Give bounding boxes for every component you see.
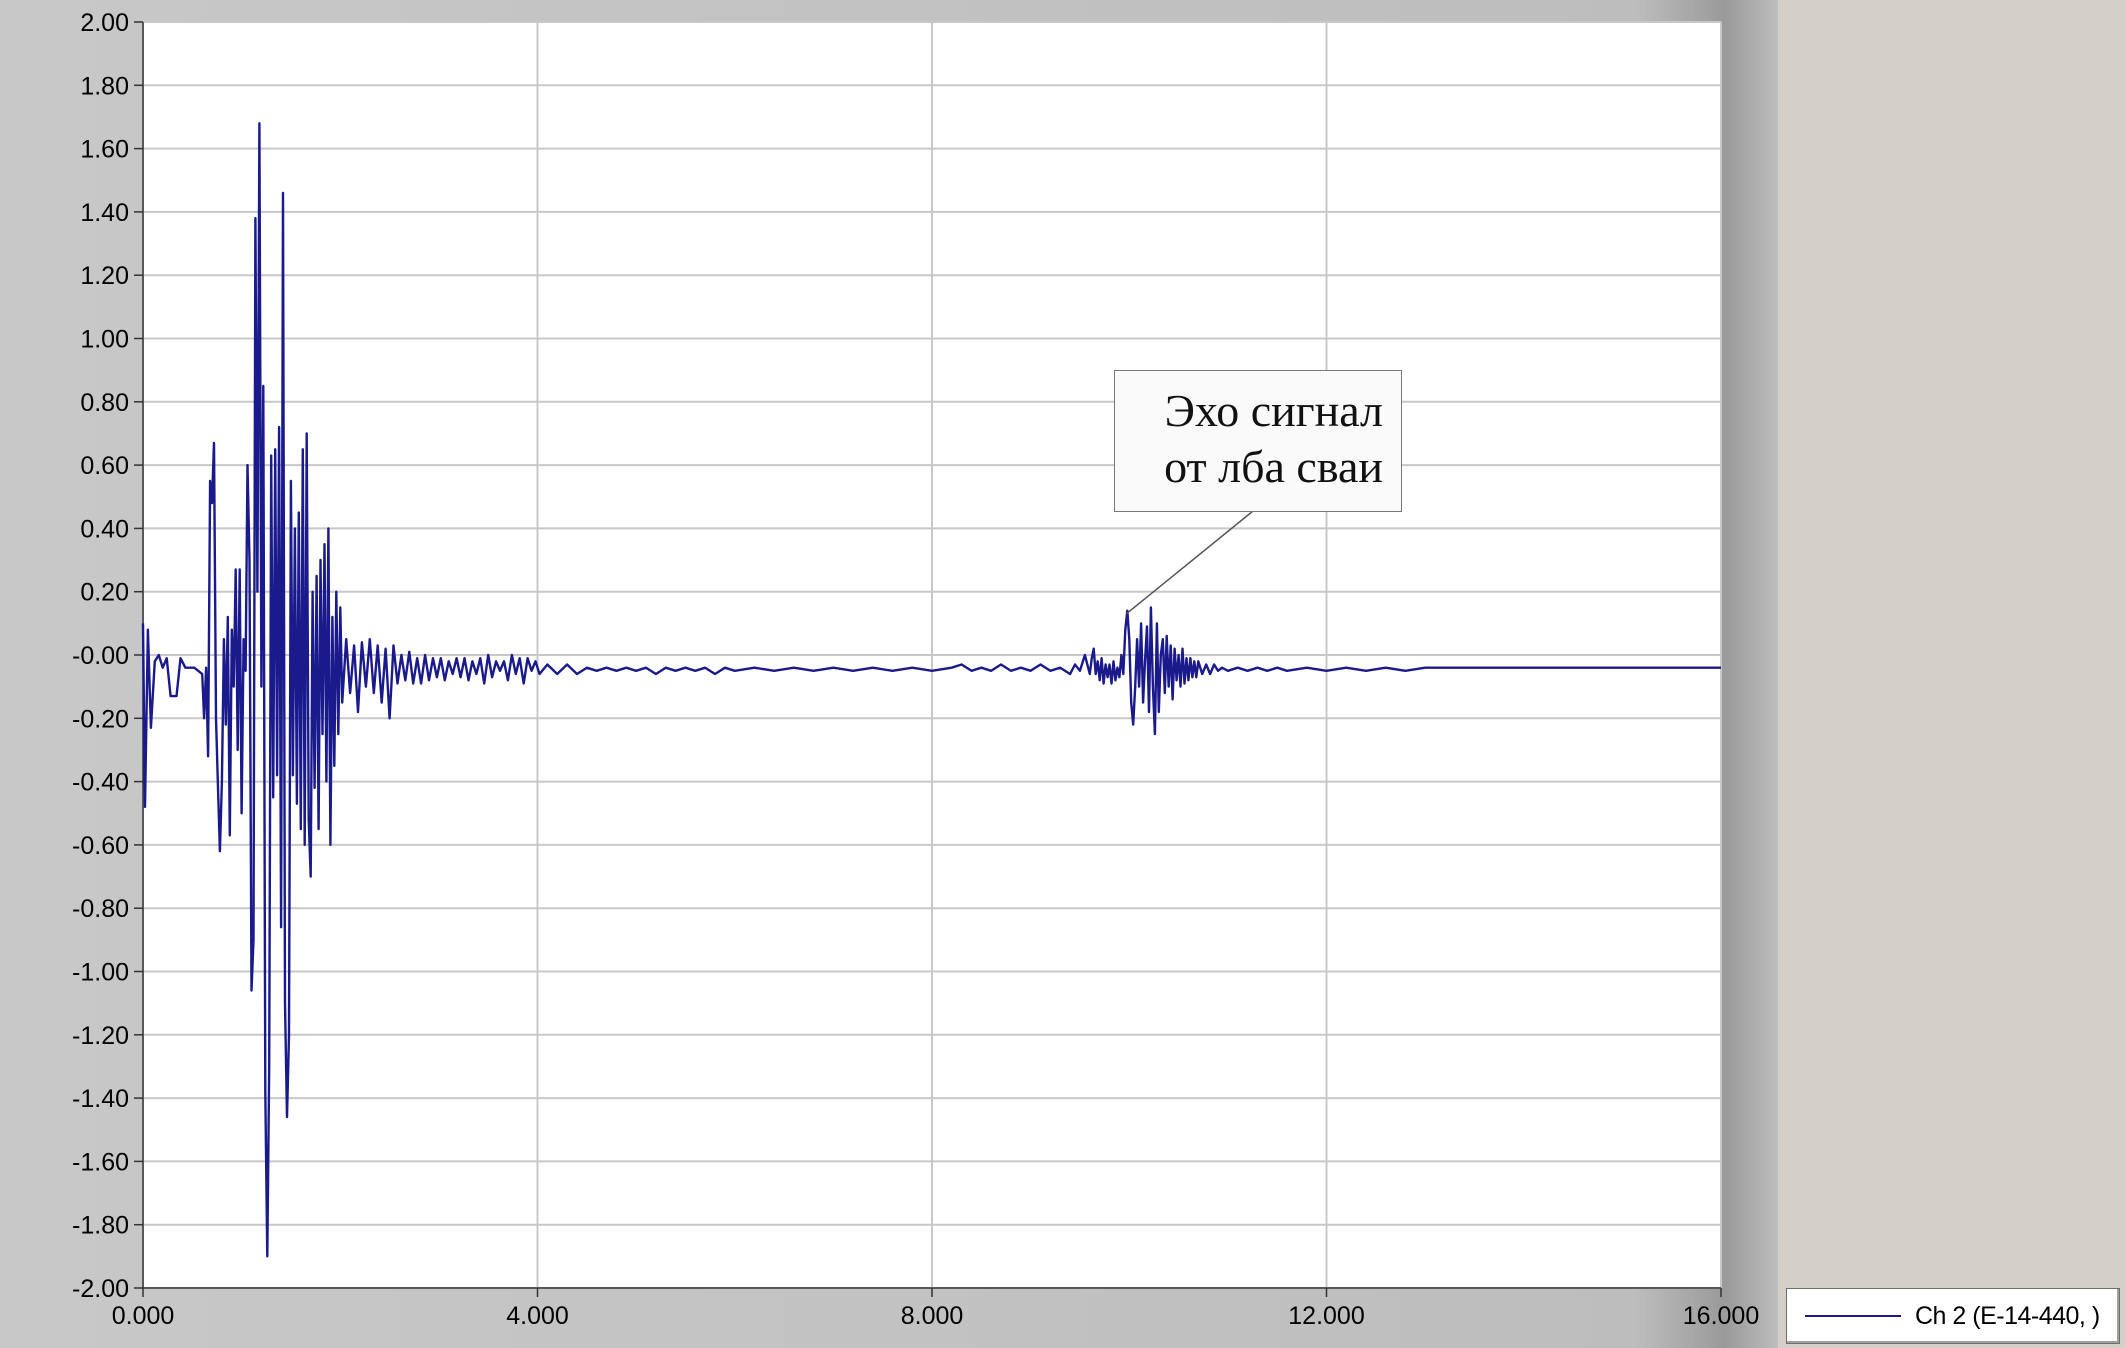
y-tick-label: 0.20 [80, 579, 129, 607]
y-tick-label: 0.40 [80, 515, 129, 543]
x-tick-label: 8.000 [901, 1302, 964, 1330]
y-tick-label: -1.20 [72, 1022, 129, 1050]
annotation-line-1: Эхо сигнал [1164, 385, 1383, 436]
x-tick-label: 4.000 [506, 1302, 569, 1330]
y-tick-label: -2.00 [72, 1275, 129, 1303]
y-tick-label: 1.00 [80, 326, 129, 354]
y-tick-label: -1.40 [72, 1085, 129, 1113]
y-tick-label: -0.40 [72, 769, 129, 797]
y-tick-label: -0.60 [72, 832, 129, 860]
grid-lines [142, 21, 1722, 1289]
annotation-line-2: от лба сваи [1164, 441, 1383, 492]
plot-legend[interactable]: Ch 2 (E-14-440, ) [1786, 1288, 2120, 1344]
y-tick-label: -0.80 [72, 895, 129, 923]
annotation-box: Эхо сигнал от лба сваи [1114, 370, 1402, 512]
y-tick-label: 2.00 [80, 9, 129, 37]
y-tick-label: -1.00 [72, 959, 129, 987]
x-tick-label: 12.000 [1288, 1302, 1364, 1330]
legend-series-label: Ch 2 (E-14-440, ) [1915, 1301, 2100, 1330]
right-side-panel [1778, 0, 2125, 1348]
y-tick-label: 1.40 [80, 199, 129, 227]
x-tick-label: 16.000 [1683, 1302, 1759, 1330]
y-tick-label: 0.60 [80, 452, 129, 480]
y-tick-label: -1.80 [72, 1212, 129, 1240]
y-tick-label: 1.20 [80, 262, 129, 290]
y-tick-label: -1.60 [72, 1148, 129, 1176]
y-tick-label: 0.80 [80, 389, 129, 417]
legend-swatch-line [1805, 1315, 1901, 1317]
y-tick-label: 1.60 [80, 136, 129, 164]
x-tick-label: 0.000 [112, 1302, 175, 1330]
y-tick-label: 1.80 [80, 72, 129, 100]
waveform-chart: 2.00 1.80 1.60 1.40 1.20 1.00 0.80 0.60 0.40 0.20… [72, 9, 1759, 1330]
graph-panel: 2.00 1.80 1.60 1.40 1.20 1.00 0.80 0.60 0.40 0.20… [0, 0, 1778, 1348]
y-tick-label: -0.00 [72, 642, 129, 670]
y-tick-label: -0.20 [72, 705, 129, 733]
